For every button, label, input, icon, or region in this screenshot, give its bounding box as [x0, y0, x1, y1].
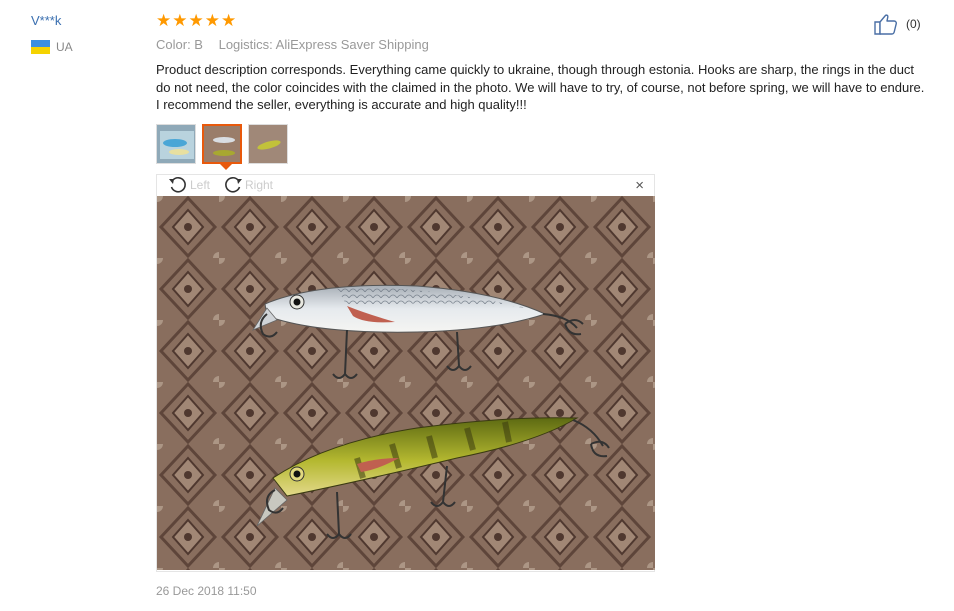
- viewer-toolbar: Left Right ×: [157, 175, 654, 195]
- color-option: Color: B: [156, 37, 203, 52]
- rotate-left-label: Left: [190, 178, 211, 192]
- rotate-right-button[interactable]: Right: [223, 176, 273, 194]
- star-icon: ★: [172, 11, 188, 30]
- ukraine-flag-icon: [31, 40, 50, 54]
- reviewer-name[interactable]: V***k: [31, 13, 61, 28]
- review-meta: Color: B Logistics: AliExpress Saver Shi…: [156, 37, 429, 52]
- thumbs-up-icon: [874, 14, 897, 35]
- rotate-right-label: Right: [245, 178, 274, 192]
- review-photo: [157, 196, 655, 570]
- helpful-count: (0): [906, 17, 921, 31]
- star-icon: ★: [204, 11, 220, 30]
- review-text: Product description corresponds. Everyth…: [156, 62, 925, 112]
- close-viewer-button[interactable]: ×: [635, 178, 644, 193]
- review-photo-thumbnail-1[interactable]: [156, 124, 196, 164]
- star-rating: ★ ★ ★ ★ ★: [156, 12, 236, 30]
- rotate-left-icon: [169, 176, 186, 193]
- rotate-right-icon: [225, 176, 242, 193]
- reviewer-country: UA: [31, 40, 73, 54]
- active-thumbnail-caret: [220, 164, 232, 170]
- logistics-info: Logistics: AliExpress Saver Shipping: [218, 37, 429, 52]
- country-code: UA: [56, 40, 73, 54]
- star-icon: ★: [156, 11, 172, 30]
- review-timestamp: 26 Dec 2018 11:50: [156, 584, 257, 598]
- photo-viewer: Left Right ×: [156, 174, 655, 572]
- star-icon: ★: [188, 11, 204, 30]
- star-icon: ★: [221, 11, 237, 30]
- rotate-left-button[interactable]: Left: [168, 176, 210, 194]
- review-thumbnails: [156, 124, 288, 164]
- helpful-button[interactable]: (0): [874, 13, 921, 35]
- review-photo-thumbnail-3[interactable]: [248, 124, 288, 164]
- review-photo-thumbnail-2[interactable]: [202, 124, 242, 164]
